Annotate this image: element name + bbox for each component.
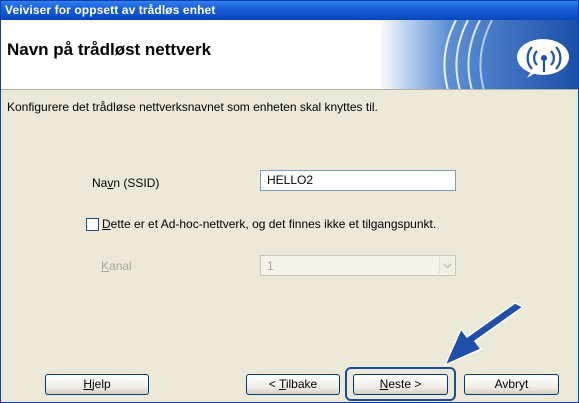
channel-value: 1 [267,259,274,273]
next-button[interactable]: Neste > [353,374,448,395]
ssid-input[interactable]: HELLO2 [260,170,456,191]
arrow-pointer-icon [443,302,525,367]
wireless-signal-icon [378,20,578,89]
page-title: Navn på trådløst nettverk [7,40,212,59]
adhoc-checkbox[interactable] [86,217,99,231]
adhoc-label[interactable]: Dette er et Ad-hoc-nettverk, og det finn… [102,217,436,231]
cancel-button[interactable]: Avbryt [464,374,559,395]
channel-label: Kanal [101,259,132,273]
wizard-window: Veiviser for oppsett av trådløs enhet Na… [0,0,579,403]
ssid-label: Navn (SSID) [92,176,160,190]
adhoc-option[interactable]: Dette er et Ad-hoc-nettverk, og det finn… [86,217,436,231]
window-title: Veiviser for oppsett av trådløs enhet [1,1,578,20]
instruction-text: Konfigurere det trådløse nettverksnavnet… [7,100,378,114]
back-button[interactable]: < Tilbake [246,374,340,395]
wizard-header: Navn på trådløst nettverk [1,20,578,90]
chevron-down-icon [439,257,454,274]
help-button[interactable]: Hjelp [45,374,149,395]
channel-select: 1 [260,255,456,276]
